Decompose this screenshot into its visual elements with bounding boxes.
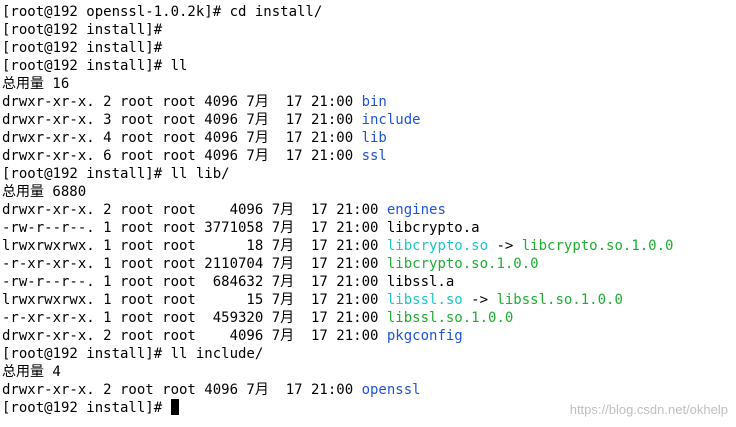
terminal-text: 总用量 4	[2, 364, 61, 380]
file-name-exec: libssl.so.1.0.0	[496, 292, 623, 308]
terminal-text: -r-xr-xr-x. 1 root root 459320 7月 17 21:…	[2, 310, 387, 326]
terminal-line: -r-xr-xr-x. 1 root root 2110704 7月 17 21…	[2, 255, 736, 273]
terminal-line: drwxr-xr-x. 6 root root 4096 7月 17 21:00…	[2, 147, 736, 165]
file-name-dir: ssl	[361, 148, 387, 164]
terminal-text: [root@192 install]# ll include/	[2, 346, 264, 362]
terminal-line: [root@192 install]# ll	[2, 57, 736, 75]
terminal-line: drwxr-xr-x. 4 root root 4096 7月 17 21:00…	[2, 129, 736, 147]
file-name-exec: libcrypto.so.1.0.0	[386, 256, 539, 272]
terminal-window[interactable]: [root@192 openssl-1.0.2k]# cd install/ [r…	[0, 0, 736, 427]
terminal-text: [root@192 install]# ll	[2, 58, 188, 74]
terminal-line: -rw-r--r--. 1 root root 3771058 7月 17 21…	[2, 219, 736, 237]
terminal-text: ->	[462, 292, 497, 308]
terminal-text: [root@192 install]# ll lib/	[2, 166, 230, 182]
terminal-line: drwxr-xr-x. 2 root root 4096 7月 17 21:00…	[2, 93, 736, 111]
terminal-text: drwxr-xr-x. 2 root root 4096 7月 17 21:00	[2, 382, 362, 398]
terminal-line: 总用量 16	[2, 75, 736, 93]
terminal-text: drwxr-xr-x. 2 root root 4096 7月 17 21:00	[2, 328, 387, 344]
terminal-line: drwxr-xr-x. 2 root root 4096 7月 17 21:00…	[2, 381, 736, 399]
terminal-text: 总用量 16	[2, 76, 70, 92]
file-name-dir: pkgconfig	[386, 328, 463, 344]
terminal-text: [root@192 install]#	[2, 22, 163, 38]
terminal-line: lrwxrwxrwx. 1 root root 15 7月 17 21:00 l…	[2, 291, 736, 309]
terminal-output: [root@192 openssl-1.0.2k]# cd install/ [r…	[2, 3, 736, 417]
terminal-text: [root@192 install]#	[2, 400, 171, 416]
terminal-text: 总用量 6880	[2, 184, 87, 200]
cursor-block[interactable]	[170, 399, 179, 415]
terminal-text: [root@192 openssl-1.0.2k]# cd install/	[2, 4, 323, 20]
file-name-dir: openssl	[361, 382, 421, 398]
terminal-line: [root@192 install]# ll lib/	[2, 165, 736, 183]
file-name-symlink: libcrypto.so	[386, 238, 489, 254]
file-name-symlink: libssl.so	[386, 292, 463, 308]
file-name-exec: libssl.so.1.0.0	[386, 310, 514, 326]
terminal-text: drwxr-xr-x. 2 root root 4096 7月 17 21:00	[2, 94, 362, 110]
terminal-text: drwxr-xr-x. 4 root root 4096 7月 17 21:00	[2, 130, 362, 146]
file-name-dir: include	[361, 112, 421, 128]
watermark: https://blog.csdn.net/okhelp	[569, 402, 728, 417]
terminal-text: drwxr-xr-x. 3 root root 4096 7月 17 21:00	[2, 112, 362, 128]
terminal-text: drwxr-xr-x. 6 root root 4096 7月 17 21:00	[2, 148, 362, 164]
terminal-line: [root@192 install]# ll include/	[2, 345, 736, 363]
terminal-text: -rw-r--r--. 1 root root 3771058 7月 17 21…	[2, 220, 480, 236]
terminal-line: [root@192 install]#	[2, 21, 736, 39]
terminal-text: lrwxrwxrwx. 1 root root 18 7月 17 21:00	[2, 238, 387, 254]
terminal-line: drwxr-xr-x. 2 root root 4096 7月 17 21:00…	[2, 327, 736, 345]
terminal-text: drwxr-xr-x. 2 root root 4096 7月 17 21:00	[2, 202, 387, 218]
terminal-line: 总用量 4	[2, 363, 736, 381]
terminal-line: [root@192 install]#	[2, 39, 736, 57]
file-name-dir: lib	[361, 130, 387, 146]
terminal-line: drwxr-xr-x. 3 root root 4096 7月 17 21:00…	[2, 111, 736, 129]
terminal-text: [root@192 install]#	[2, 40, 163, 56]
file-name-exec: libcrypto.so.1.0.0	[521, 238, 674, 254]
terminal-line: drwxr-xr-x. 2 root root 4096 7月 17 21:00…	[2, 201, 736, 219]
terminal-text: ->	[488, 238, 522, 254]
terminal-text: -rw-r--r--. 1 root root 684632 7月 17 21:…	[2, 274, 455, 290]
terminal-text: lrwxrwxrwx. 1 root root 15 7月 17 21:00	[2, 292, 387, 308]
terminal-line: lrwxrwxrwx. 1 root root 18 7月 17 21:00 l…	[2, 237, 736, 255]
file-name-dir: engines	[386, 202, 446, 218]
file-name-dir: bin	[361, 94, 387, 110]
terminal-line: [root@192 openssl-1.0.2k]# cd install/	[2, 3, 736, 21]
terminal-line: -r-xr-xr-x. 1 root root 459320 7月 17 21:…	[2, 309, 736, 327]
terminal-line: -rw-r--r--. 1 root root 684632 7月 17 21:…	[2, 273, 736, 291]
terminal-text: -r-xr-xr-x. 1 root root 2110704 7月 17 21…	[2, 256, 387, 272]
terminal-line: 总用量 6880	[2, 183, 736, 201]
